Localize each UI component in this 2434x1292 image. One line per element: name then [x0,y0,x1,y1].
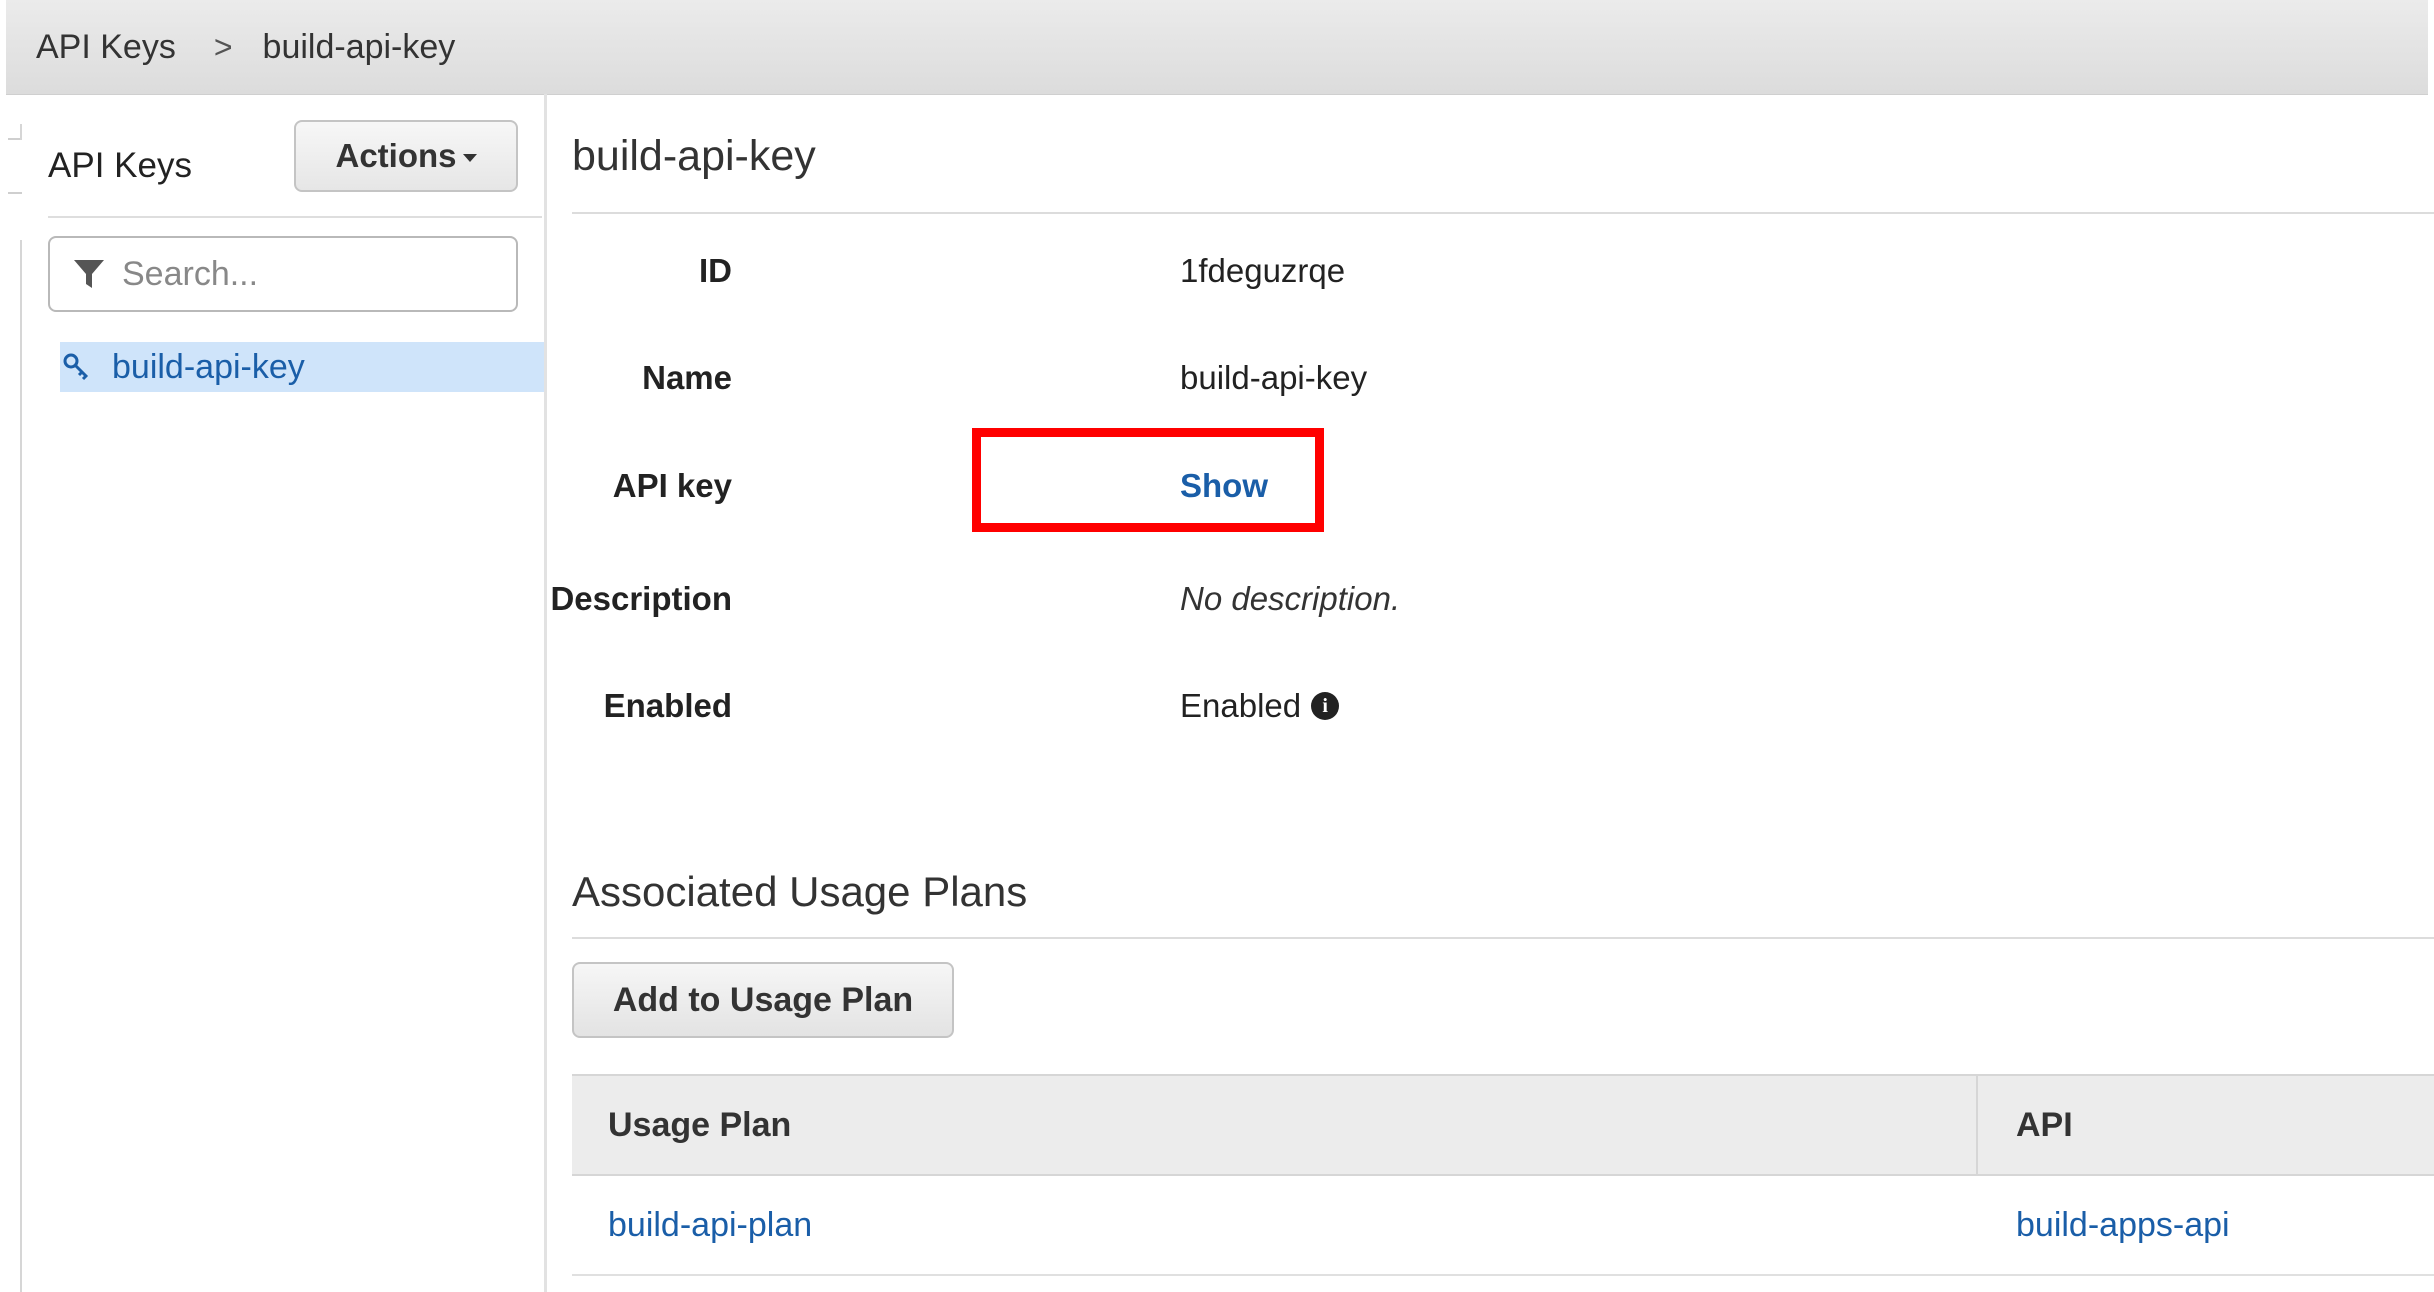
sidebar-title: API Keys [48,146,192,185]
detail-row-name: Name build-api-key [572,359,2072,409]
usage-plans-section-title: Associated Usage Plans [572,868,1028,915]
detail-label: Name [642,359,732,396]
usage-plan-link[interactable]: build-api-plan [608,1176,812,1274]
table-header: Usage Plan API [572,1074,2434,1176]
detail-label: Description [550,580,732,617]
caret-down-icon [462,154,477,162]
detail-label: API key [612,467,732,504]
breadcrumb-api-keys-link[interactable]: API Keys [36,28,176,67]
page-title: build-api-key [572,132,816,180]
detail-label: ID [699,252,732,289]
detail-value-id: 1fdeguzrqe [1180,252,1346,289]
detail-value-name: build-api-key [1180,359,1368,396]
column-header-usage-plan[interactable]: Usage Plan [608,1076,791,1174]
detail-value-description: No description. [1180,580,1401,617]
highlight-box [972,428,1324,532]
filter-icon [74,260,104,288]
add-to-usage-plan-button[interactable]: Add to Usage Plan [572,962,954,1038]
search-input[interactable] [120,253,504,295]
breadcrumb: API Keys > build-api-key [6,0,2428,95]
table-row: build-api-plan build-apps-api [572,1176,2434,1276]
column-separator [1976,1076,1978,1174]
actions-button-label: Actions [335,137,457,174]
sidebar-item-build-api-key[interactable]: build-api-key [60,342,544,392]
column-header-api[interactable]: API [2016,1076,2073,1174]
breadcrumb-current: build-api-key [262,27,456,66]
info-icon[interactable]: i [1311,692,1340,720]
key-icon [63,353,89,381]
main-panel: build-api-key ID 1fdeguzrqe Name build-a… [550,94,2434,1292]
detail-row-id: ID 1fdeguzrqe [572,252,2072,302]
detail-label: Enabled [603,687,732,724]
title-divider [572,212,2434,214]
detail-value-enabled: Enabled i [1180,687,1340,725]
sidebar-divider [48,216,542,218]
breadcrumb-separator: > [213,28,233,65]
search-box [48,236,518,312]
enabled-status-text: Enabled [1180,687,1302,724]
actions-button[interactable]: Actions [294,120,518,192]
api-link[interactable]: build-apps-api [2016,1176,2230,1274]
panel-edge-tick [8,192,22,194]
sidebar: API Keys Actions build-api-key [22,94,547,1292]
detail-row-enabled: Enabled Enabled i [572,687,2072,737]
usage-plans-table: Usage Plan API build-api-plan build-apps… [572,1074,2434,1276]
sidebar-item-label: build-api-key [112,347,305,386]
detail-row-description: Description No description. [550,580,2072,630]
section-divider [572,937,2434,939]
